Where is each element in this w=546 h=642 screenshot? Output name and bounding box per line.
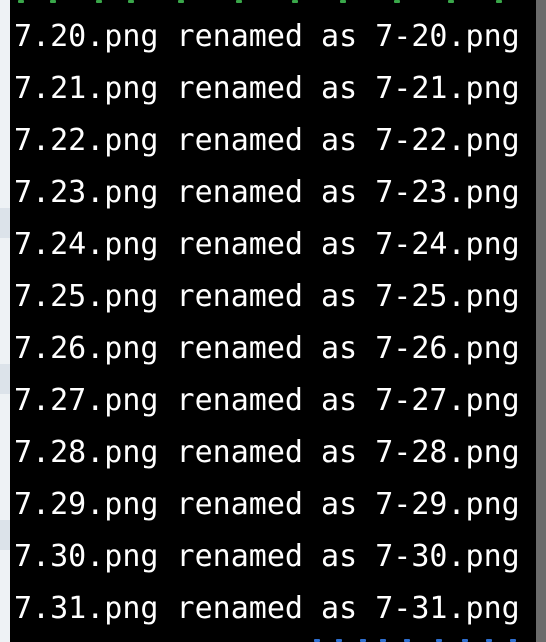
terminal-output[interactable]: 7.20.png renamed as 7-20.png 7.21.png re…	[10, 0, 536, 642]
scrollbar[interactable]	[536, 0, 546, 642]
clipped-previous-line	[10, 0, 536, 4]
background-row-band	[0, 208, 10, 238]
output-line: 7.21.png renamed as 7-21.png	[14, 71, 520, 106]
output-line: 7.24.png renamed as 7-24.png	[14, 227, 520, 262]
output-line: 7.26.png renamed as 7-26.png	[14, 331, 520, 366]
output-line: 7.31.png renamed as 7-31.png	[14, 591, 520, 626]
output-line: 7.25.png renamed as 7-25.png	[14, 279, 520, 314]
background-row-band	[0, 520, 10, 550]
output-line: 7.30.png renamed as 7-30.png	[14, 539, 520, 574]
background-window-strip	[0, 0, 10, 642]
output-line: 7.20.png renamed as 7-20.png	[14, 19, 520, 54]
output-line: 7.28.png renamed as 7-28.png	[14, 435, 520, 470]
output-lines: 7.20.png renamed as 7-20.png 7.21.png re…	[14, 14, 520, 638]
output-line: 7.29.png renamed as 7-29.png	[14, 487, 520, 522]
output-line: 7.22.png renamed as 7-22.png	[14, 123, 520, 158]
clipped-next-line	[10, 637, 536, 642]
output-line: 7.23.png renamed as 7-23.png	[14, 175, 520, 210]
background-row-band	[0, 364, 10, 394]
output-line: 7.27.png renamed as 7-27.png	[14, 383, 520, 418]
